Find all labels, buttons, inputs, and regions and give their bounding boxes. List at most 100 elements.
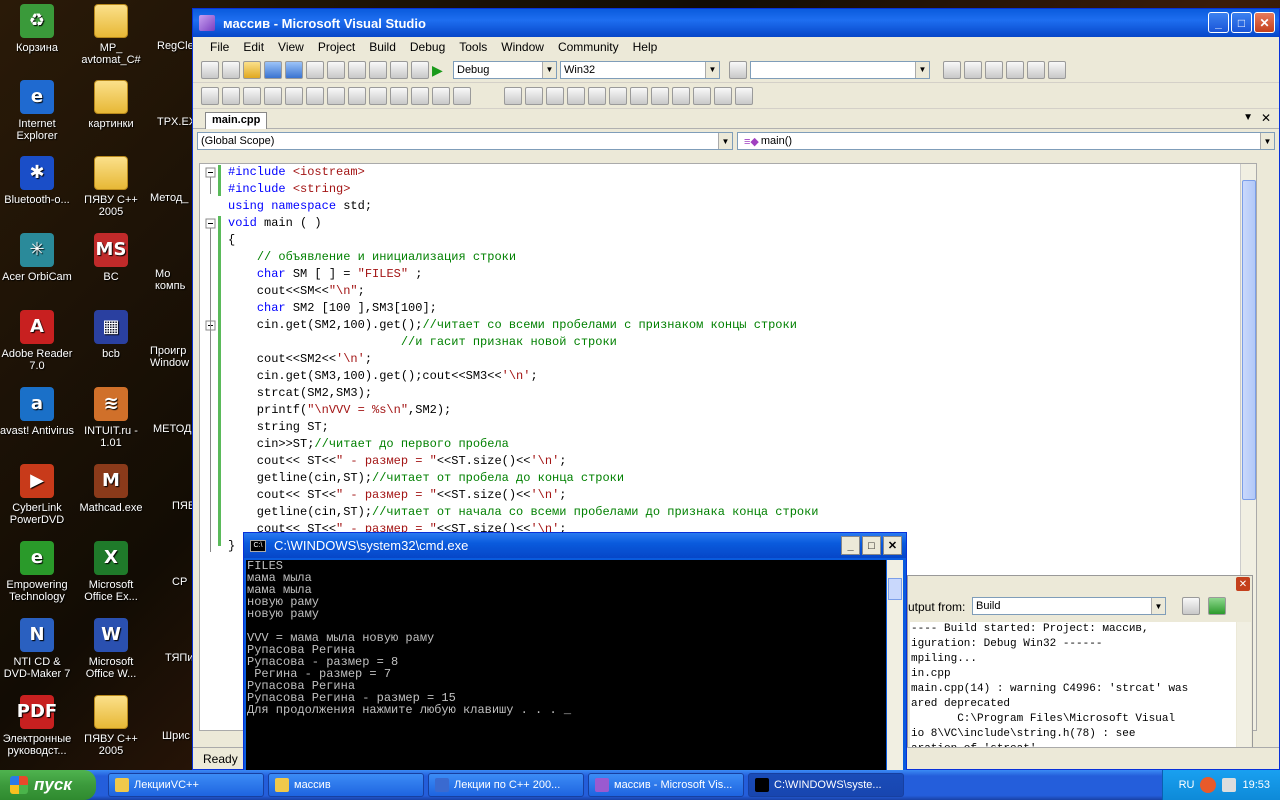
save-icon[interactable] [264, 60, 282, 79]
desktop-icon[interactable]: M Mathcad.exe [74, 464, 148, 514]
output-scrollbar[interactable] [1237, 622, 1251, 764]
language-indicator[interactable]: RU [1179, 779, 1195, 791]
desktop-icon-partial[interactable]: RegCle [157, 40, 197, 52]
member-select[interactable]: ≡◆ main() ▼ [737, 132, 1275, 150]
align-icon[interactable] [525, 86, 543, 105]
format-icon[interactable] [264, 86, 282, 105]
properties-icon[interactable] [964, 60, 982, 79]
bookmark-icon[interactable] [453, 86, 471, 105]
output-source-select[interactable]: Build ▼ [972, 597, 1166, 615]
menu-item-build[interactable]: Build [362, 40, 403, 54]
close-tab-icon[interactable]: ✕ [1261, 111, 1271, 125]
scope-select[interactable]: (Global Scope) ▼ [197, 132, 733, 150]
taskbar-button[interactable]: массив - Microsoft Vis... [588, 773, 744, 797]
align-icon[interactable] [693, 86, 711, 105]
add-item-icon[interactable] [222, 60, 240, 79]
clear-output-icon[interactable] [1182, 597, 1200, 615]
outdent-icon[interactable] [306, 86, 324, 105]
undo-icon[interactable] [369, 60, 387, 79]
desktop-icon[interactable]: ✳ Acer OrbiCam [0, 233, 74, 283]
grid-icon[interactable] [714, 86, 732, 105]
format-icon[interactable] [222, 86, 240, 105]
go-to-error-icon[interactable] [1208, 597, 1226, 615]
menu-item-edit[interactable]: Edit [236, 40, 271, 54]
desktop-icon[interactable]: MS BC [74, 233, 148, 283]
open-icon[interactable] [243, 60, 261, 79]
align-icon[interactable] [609, 86, 627, 105]
taskbar-button[interactable]: C:\WINDOWS\syste... [748, 773, 904, 797]
paste-icon[interactable] [348, 60, 366, 79]
navigate-icon[interactable] [411, 60, 429, 79]
tab-list-icon[interactable]: ▼ [1243, 112, 1253, 123]
start-button[interactable]: пуск [0, 770, 96, 800]
desktop-icon[interactable]: a avast! Antivirus [0, 387, 74, 437]
find-in-files-icon[interactable] [729, 60, 747, 79]
close-button[interactable]: ✕ [1254, 12, 1275, 33]
desktop-icon[interactable]: ПЯВУ C++ 2005 [74, 695, 148, 757]
desktop-icon[interactable]: ≋ INTUIT.ru - 1.01 [74, 387, 148, 449]
cmd-close-button[interactable]: ✕ [883, 536, 902, 555]
desktop-icon-partial[interactable]: Мо компь [155, 268, 195, 292]
menu-item-project[interactable]: Project [311, 40, 362, 54]
desktop-icon-partial[interactable]: Проигр Window [150, 345, 190, 369]
minimize-button[interactable]: _ [1208, 12, 1229, 33]
indent-icon[interactable] [285, 86, 303, 105]
back-icon[interactable] [1200, 777, 1217, 793]
cmd-title-bar[interactable]: C:\ C:\WINDOWS\system32\cmd.exe _ □ ✕ [244, 533, 906, 558]
start-debugging-icon[interactable]: ▶ [432, 61, 450, 79]
desktop-icon[interactable]: ♻ Корзина [0, 4, 74, 54]
desktop-icon[interactable]: ✱ Bluetooth-о... [0, 156, 74, 206]
cmd-maximize-button[interactable]: □ [862, 536, 881, 555]
desktop-icon[interactable]: PDF Электронные руководст... [0, 695, 74, 757]
cmd-minimize-button[interactable]: _ [841, 536, 860, 555]
desktop-icon-partial[interactable]: Метод_ [150, 192, 190, 204]
menu-item-debug[interactable]: Debug [403, 40, 452, 54]
format-icon[interactable] [243, 86, 261, 105]
align-icon[interactable] [567, 86, 585, 105]
taskbar-button[interactable]: ЛекцииVC++ [108, 773, 264, 797]
tab-main-cpp[interactable]: main.cpp [205, 112, 267, 129]
desktop-icon[interactable]: X Microsoft Office Ex... [74, 541, 148, 603]
vs-title-bar[interactable]: массив - Microsoft Visual Studio _ □ ✕ [193, 9, 1279, 37]
desktop-icon[interactable]: A Adobe Reader 7.0 [0, 310, 74, 372]
taskbar-button[interactable]: массив [268, 773, 424, 797]
copy-icon[interactable] [327, 60, 345, 79]
desktop-icon[interactable]: N NTI CD & DVD-Maker 7 [0, 618, 74, 680]
scrollbar-thumb[interactable] [1242, 180, 1256, 500]
uncomment-icon[interactable] [348, 86, 366, 105]
close-icon[interactable]: ✕ [1236, 577, 1250, 591]
menu-item-community[interactable]: Community [551, 40, 626, 54]
align-icon[interactable] [546, 86, 564, 105]
taskbar-button[interactable]: Лекции по C++ 200... [428, 773, 584, 797]
desktop-icon[interactable]: ▦ bcb [74, 310, 148, 360]
new-project-icon[interactable] [201, 60, 219, 79]
cut-icon[interactable] [306, 60, 324, 79]
find-combo[interactable]: ▼ [750, 60, 930, 79]
maximize-button[interactable]: □ [1231, 12, 1252, 33]
comment-icon[interactable] [327, 86, 345, 105]
desktop-icon[interactable]: MP_ avtomat_C# [74, 4, 148, 66]
object-browser-icon[interactable] [985, 60, 1003, 79]
solution-config-select[interactable]: Debug ▼ [453, 60, 557, 79]
menu-item-tools[interactable]: Tools [452, 40, 494, 54]
bookmark-icon[interactable] [390, 86, 408, 105]
toolbox-icon[interactable] [1006, 60, 1024, 79]
menu-item-window[interactable]: Window [494, 40, 551, 54]
console-output[interactable]: FILES мама мыла мама мыла новую раму новую р… [246, 560, 886, 770]
cmd-scrollbar[interactable] [887, 560, 903, 770]
desktop-icon[interactable]: e Empowering Technology [0, 541, 74, 603]
volume-icon[interactable] [1222, 778, 1237, 792]
menu-item-file[interactable]: File [203, 40, 236, 54]
save-all-icon[interactable] [285, 60, 303, 79]
format-icon[interactable] [201, 86, 219, 105]
menu-item-view[interactable]: View [271, 40, 311, 54]
align-icon[interactable] [672, 86, 690, 105]
desktop-icon[interactable]: e Internet Explorer [0, 80, 74, 142]
command-window-icon[interactable] [1048, 60, 1066, 79]
desktop-icon[interactable]: картинки [74, 80, 148, 130]
desktop-icon[interactable]: ПЯВУ C++ 2005 [74, 156, 148, 218]
grid-icon[interactable] [735, 86, 753, 105]
desktop-icon[interactable]: ▶ CyberLink PowerDVD [0, 464, 74, 526]
bookmark-icon[interactable] [369, 86, 387, 105]
align-icon[interactable] [504, 86, 522, 105]
